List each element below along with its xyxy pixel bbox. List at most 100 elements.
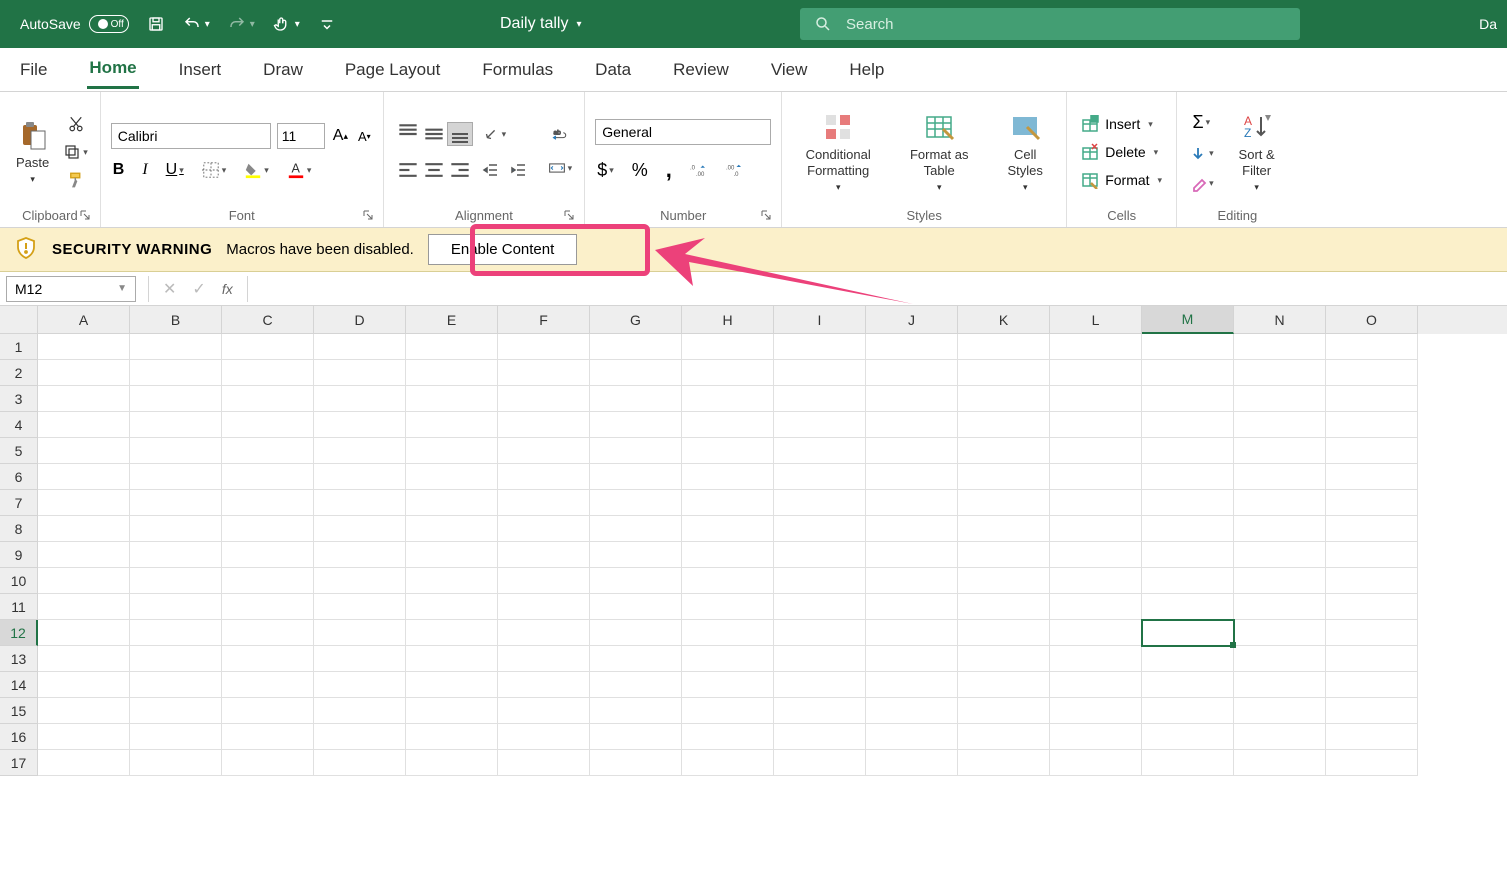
autosum-button[interactable]: Σ▾ xyxy=(1187,110,1216,135)
decrease-font-button[interactable]: A▾ xyxy=(356,127,373,146)
redo-button[interactable]: ▾ xyxy=(228,15,255,33)
row-header[interactable]: 8 xyxy=(0,516,38,542)
cell[interactable] xyxy=(222,464,314,490)
comma-format-button[interactable]: , xyxy=(664,155,674,185)
cell[interactable] xyxy=(682,490,774,516)
cell[interactable] xyxy=(38,750,130,776)
cell[interactable] xyxy=(958,646,1050,672)
cell[interactable] xyxy=(682,542,774,568)
row-header[interactable]: 13 xyxy=(0,646,38,672)
insert-cells-button[interactable]: Insert▾ xyxy=(1077,114,1166,134)
sort-filter-button[interactable]: AZ Sort & Filter▾ xyxy=(1226,109,1288,195)
cell[interactable] xyxy=(314,646,406,672)
cell[interactable] xyxy=(406,490,498,516)
cell[interactable] xyxy=(314,698,406,724)
row-header[interactable]: 14 xyxy=(0,672,38,698)
search-input[interactable]: Search xyxy=(800,8,1300,40)
cell[interactable] xyxy=(958,620,1050,646)
cell[interactable] xyxy=(1234,412,1326,438)
cell[interactable] xyxy=(130,646,222,672)
cell[interactable] xyxy=(1326,724,1418,750)
cell[interactable] xyxy=(130,386,222,412)
cell[interactable] xyxy=(774,672,866,698)
cell[interactable] xyxy=(866,698,958,724)
cell[interactable] xyxy=(590,412,682,438)
bold-button[interactable]: B xyxy=(111,159,127,181)
row-header[interactable]: 11 xyxy=(0,594,38,620)
cell[interactable] xyxy=(1142,412,1234,438)
cell[interactable] xyxy=(130,542,222,568)
cell[interactable] xyxy=(1326,698,1418,724)
cell[interactable] xyxy=(1234,594,1326,620)
cell[interactable] xyxy=(1142,672,1234,698)
cut-button[interactable] xyxy=(61,113,90,135)
cell[interactable] xyxy=(406,438,498,464)
cell[interactable] xyxy=(314,516,406,542)
cell[interactable] xyxy=(682,724,774,750)
conditional-formatting-button[interactable]: Conditional Formatting▾ xyxy=(792,109,884,195)
merge-center-button[interactable]: ▾ xyxy=(546,157,575,179)
row-header[interactable]: 9 xyxy=(0,542,38,568)
cell[interactable] xyxy=(958,334,1050,360)
cell[interactable] xyxy=(1142,542,1234,568)
cell[interactable] xyxy=(314,594,406,620)
cell[interactable] xyxy=(774,568,866,594)
cell[interactable] xyxy=(774,698,866,724)
cell[interactable] xyxy=(406,750,498,776)
clear-button[interactable]: ▾ xyxy=(1187,173,1216,195)
cell[interactable] xyxy=(222,490,314,516)
cell[interactable] xyxy=(774,516,866,542)
cell[interactable] xyxy=(866,568,958,594)
cell[interactable] xyxy=(130,750,222,776)
cell[interactable] xyxy=(38,542,130,568)
row-header[interactable]: 17 xyxy=(0,750,38,776)
cell[interactable] xyxy=(774,464,866,490)
cell[interactable] xyxy=(682,516,774,542)
cell[interactable] xyxy=(222,750,314,776)
cell[interactable] xyxy=(1142,490,1234,516)
tab-draw[interactable]: Draw xyxy=(261,52,305,88)
document-title[interactable]: Daily tally ▾ xyxy=(500,15,582,33)
tab-insert[interactable]: Insert xyxy=(177,52,224,88)
number-format-select[interactable] xyxy=(595,119,771,145)
accounting-format-button[interactable]: $▾ xyxy=(595,158,616,183)
cell[interactable] xyxy=(130,698,222,724)
cell[interactable] xyxy=(866,672,958,698)
cell[interactable] xyxy=(1234,542,1326,568)
col-header[interactable]: L xyxy=(1050,306,1142,334)
cell[interactable] xyxy=(498,360,590,386)
cell[interactable] xyxy=(1050,438,1142,464)
cell[interactable] xyxy=(498,698,590,724)
cell[interactable] xyxy=(682,464,774,490)
align-right-button[interactable] xyxy=(447,158,473,182)
row-header[interactable]: 2 xyxy=(0,360,38,386)
cell[interactable] xyxy=(590,438,682,464)
cell[interactable] xyxy=(590,490,682,516)
cell[interactable] xyxy=(1234,386,1326,412)
save-icon[interactable] xyxy=(147,15,165,33)
cell[interactable] xyxy=(406,594,498,620)
cell[interactable] xyxy=(774,724,866,750)
cell[interactable] xyxy=(406,568,498,594)
row-header[interactable]: 15 xyxy=(0,698,38,724)
cell[interactable] xyxy=(1234,750,1326,776)
increase-decimal-button[interactable]: .0.00 xyxy=(688,159,710,181)
cell[interactable] xyxy=(590,516,682,542)
cell[interactable] xyxy=(1326,568,1418,594)
cell[interactable] xyxy=(498,516,590,542)
cell[interactable] xyxy=(498,594,590,620)
row-header[interactable]: 1 xyxy=(0,334,38,360)
font-name-select[interactable] xyxy=(111,123,271,149)
cell[interactable] xyxy=(1326,412,1418,438)
cell[interactable] xyxy=(498,724,590,750)
cell[interactable] xyxy=(590,724,682,750)
cell[interactable] xyxy=(314,542,406,568)
cell[interactable] xyxy=(314,750,406,776)
cell[interactable] xyxy=(774,646,866,672)
cell-styles-button[interactable]: Cell Styles▾ xyxy=(994,109,1056,195)
col-header[interactable]: E xyxy=(406,306,498,334)
cell[interactable] xyxy=(222,386,314,412)
autosave-toggle[interactable]: AutoSave Off xyxy=(20,15,129,33)
formula-input[interactable] xyxy=(247,276,1507,302)
cell[interactable] xyxy=(1142,360,1234,386)
